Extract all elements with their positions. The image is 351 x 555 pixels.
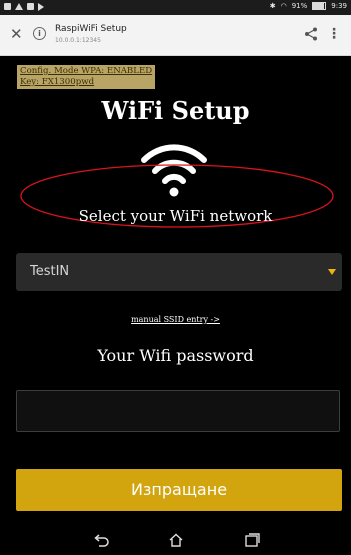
navigation-bar xyxy=(0,524,351,555)
select-network-label: Select your WiFi network xyxy=(78,207,273,225)
recents-icon[interactable] xyxy=(244,533,260,547)
home-icon[interactable] xyxy=(168,533,184,547)
config-key-line: Key: FX1300pwd xyxy=(20,77,95,87)
notification-icon xyxy=(4,3,11,10)
network-select-value: TestIN xyxy=(30,264,70,279)
manual-ssid-link[interactable]: manual SSID entry -> xyxy=(0,315,351,324)
info-icon[interactable]: i xyxy=(33,27,46,40)
config-mode-note: Config. Mode WPA: ENABLED Key: FX1300pwd xyxy=(17,65,156,89)
more-vert-icon[interactable]: ⋮ xyxy=(327,25,341,43)
notification-icons xyxy=(4,3,44,11)
dropdown-arrow-icon xyxy=(328,269,336,275)
network-select[interactable]: TestIN xyxy=(16,253,342,291)
browser-page-title: RaspiWiFi Setup xyxy=(55,24,127,34)
config-mode-line: Config. Mode WPA: ENABLED xyxy=(20,66,153,76)
browser-url[interactable]: 10.0.0.1:12345 xyxy=(55,37,101,44)
battery-percent: 91% xyxy=(291,2,308,10)
status-icons: ✱ ◠ 91% 9:39 xyxy=(270,2,347,10)
password-label: Your Wifi password xyxy=(97,346,254,365)
clock: 9:39 xyxy=(331,2,347,10)
wifi-status-icon: ◠ xyxy=(280,2,287,10)
battery-icon xyxy=(312,2,327,10)
warning-icon xyxy=(15,3,23,10)
bluetooth-icon: ✱ xyxy=(269,2,276,10)
share-icon[interactable] xyxy=(304,27,318,41)
play-icon xyxy=(38,3,44,11)
password-input[interactable] xyxy=(16,390,340,432)
close-icon[interactable]: ✕ xyxy=(10,25,23,43)
status-bar: ✱ ◠ 91% 9:39 xyxy=(0,0,351,15)
notification-icon xyxy=(27,3,34,10)
submit-button[interactable]: Изпращане xyxy=(16,469,342,511)
browser-toolbar: ✕ i RaspiWiFi Setup 10.0.0.1:12345 ⋮ xyxy=(0,15,351,56)
page-title: WiFi Setup xyxy=(101,96,250,125)
back-icon[interactable] xyxy=(94,533,110,547)
